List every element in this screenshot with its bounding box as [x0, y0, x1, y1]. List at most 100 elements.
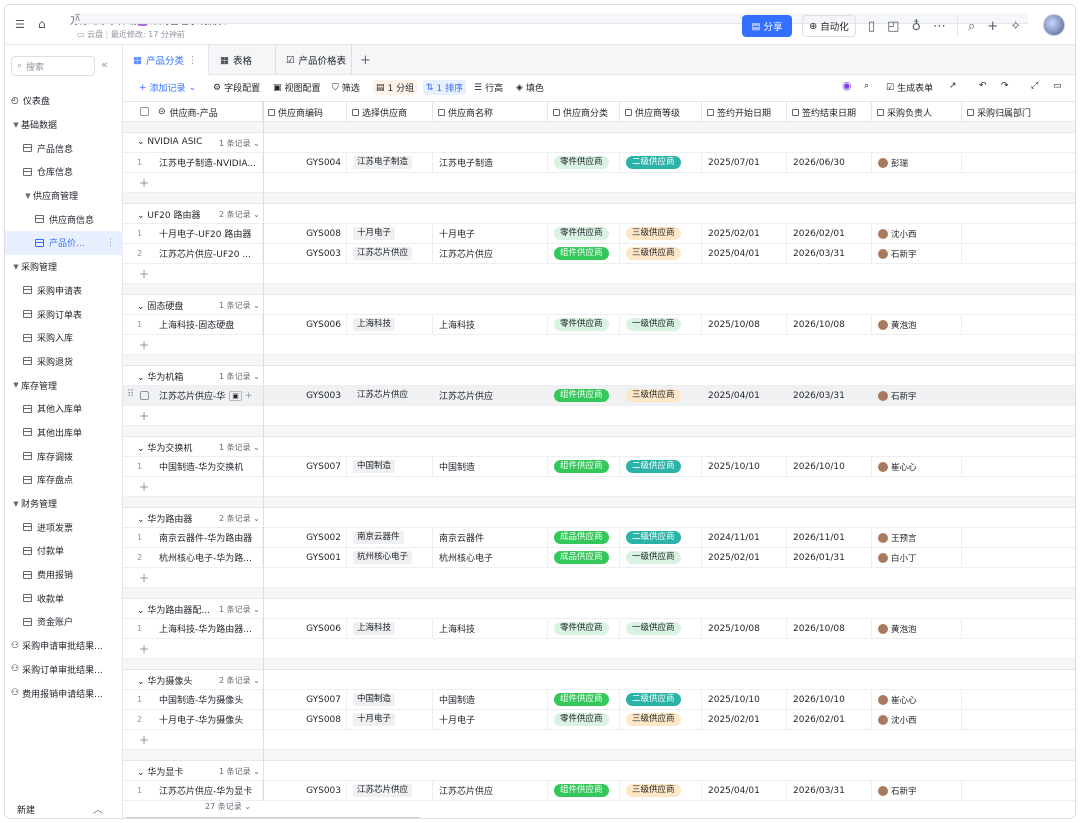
- cell-code[interactable]: GYS003: [263, 781, 347, 800]
- sidebar-item[interactable]: ⚇ 采购订单审批结果...: [5, 658, 123, 682]
- more-icon[interactable]: ⋮: [106, 238, 115, 248]
- tab-product-category[interactable]: ▦ 产品分类 ⋮: [123, 45, 209, 75]
- ai-sparkle-icon[interactable]: ✧: [1010, 19, 1021, 34]
- table-row[interactable]: 2 江苏芯片供应-UF20 ... GYS003 江苏芯片供应 江苏芯片供应 组件供应商三…: [123, 244, 1075, 264]
- sidebar-item[interactable]: 费用报销: [5, 563, 123, 587]
- group-header[interactable]: ⌄ 华为交换机 1 条记录 ⌄: [123, 437, 1075, 457]
- cell-supplier-name[interactable]: 江苏芯片供应: [433, 386, 548, 405]
- cell-code[interactable]: GYS007: [263, 690, 347, 709]
- cell-supplier-name[interactable]: 南京云器件: [433, 528, 548, 547]
- cell-owner[interactable]: 石新宇: [872, 386, 962, 405]
- cell-product[interactable]: 上海科技-固态硬盘: [159, 315, 263, 334]
- cell-start-date[interactable]: 2025/04/01: [702, 781, 787, 800]
- cell-supplier-name[interactable]: 十月电子: [433, 224, 548, 243]
- share-view-icon[interactable]: ↗: [949, 81, 957, 91]
- cell-category[interactable]: 零件供应商: [548, 224, 620, 243]
- cell-department[interactable]: [962, 548, 1075, 567]
- add-record-button[interactable]: + 添加记录 ⌄: [139, 81, 196, 95]
- row-height-button[interactable]: ☰ 行高: [474, 81, 503, 95]
- cell-product[interactable]: 杭州核心电子-华为路...: [159, 548, 263, 567]
- cell-select-supplier[interactable]: 十月电子: [347, 710, 433, 729]
- column-header[interactable]: 签约开始日期: [702, 102, 787, 122]
- table-row[interactable]: 2 杭州核心电子-华为路... GYS001 杭州核心电子 杭州核心电子 成品供应商 一级供…: [123, 548, 1075, 568]
- cell-supplier-name[interactable]: 江苏芯片供应: [433, 244, 548, 263]
- caret-down-icon[interactable]: ▼: [23, 192, 33, 200]
- cell-category[interactable]: 零件供应商: [548, 619, 620, 638]
- automation-button[interactable]: ⊕ 自动化: [802, 15, 856, 37]
- cell-level[interactable]: 二级供应商: [620, 457, 702, 476]
- cell-end-date[interactable]: 2026/03/31: [787, 244, 872, 263]
- table-row[interactable]: 1 江苏芯片供应-华为显卡 GYS003 江苏芯片供应 江苏芯片供应 组件供应商 三级供应商…: [123, 781, 1075, 801]
- cell-department[interactable]: [962, 386, 1075, 405]
- generate-form-button[interactable]: ☑ 生成表单: [886, 81, 933, 95]
- cell-level[interactable]: 三级供应商: [620, 244, 702, 263]
- more-icon[interactable]: ⋯: [933, 19, 946, 34]
- cell-level[interactable]: 二级供应商: [620, 153, 702, 172]
- caret-down-icon[interactable]: ▼: [11, 500, 21, 508]
- cell-end-date[interactable]: 2026/03/31: [787, 386, 872, 405]
- sidebar-item[interactable]: ▼ 基础数据: [5, 113, 123, 137]
- redo-icon[interactable]: ↷: [1001, 81, 1009, 91]
- cell-start-date[interactable]: 2025/07/01: [702, 153, 787, 172]
- add-row-button[interactable]: +: [123, 568, 1075, 588]
- chevron-down-icon[interactable]: ⌄: [137, 606, 145, 616]
- home-icon[interactable]: ⌂: [38, 17, 46, 31]
- group-header[interactable]: ⌄ 华为摄像头 2 条记录 ⌄: [123, 670, 1075, 690]
- undo-icon[interactable]: ↶: [979, 81, 987, 91]
- expand-icon[interactable]: ⤢: [1031, 81, 1038, 91]
- cell-select-supplier[interactable]: 杭州核心电子: [347, 548, 433, 567]
- cell-end-date[interactable]: 2026/01/31: [787, 548, 872, 567]
- cell-select-supplier[interactable]: 上海科技: [347, 315, 433, 334]
- table-row[interactable]: 2 十月电子-华为摄像头 GYS008 十月电子 十月电子 零件供应商 三级供应商 2025/…: [123, 710, 1075, 730]
- cell-category[interactable]: 零件供应商: [548, 710, 620, 729]
- cell-category[interactable]: 组件供应商: [548, 457, 620, 476]
- table-row[interactable]: ⠿ 江苏芯片供应-华 ▣ + GYS003 江苏芯片供应 江苏芯片供应 组件供应商 三级供应商 2…: [123, 386, 1075, 406]
- sidebar-item[interactable]: ⚇ 采购申请审批结果...: [5, 634, 123, 658]
- ai-icon[interactable]: ◉: [842, 79, 852, 92]
- column-header[interactable]: 供应商等级: [620, 102, 702, 122]
- share-button[interactable]: ▤ 分享: [742, 15, 792, 37]
- chevron-down-icon[interactable]: ⌄: [137, 768, 145, 778]
- sidebar-item[interactable]: 资金账户: [5, 610, 123, 634]
- comment-icon[interactable]: ▭: [1053, 81, 1062, 91]
- cell-supplier-name[interactable]: 江苏电子制造: [433, 153, 548, 172]
- chevron-down-icon[interactable]: ⌄: [137, 444, 145, 454]
- cell-owner[interactable]: 黄泡泡: [872, 315, 962, 334]
- group-header[interactable]: ⌄ 华为路由器配... 1 条记录 ⌄: [123, 599, 1075, 619]
- column-header[interactable]: 选择供应商: [347, 102, 433, 122]
- cell-end-date[interactable]: 2026/02/01: [787, 710, 872, 729]
- add-row-button[interactable]: +: [123, 406, 1075, 426]
- chevron-down-icon[interactable]: ⌄: [137, 137, 145, 147]
- cell-product[interactable]: 江苏芯片供应-华为显卡: [159, 781, 263, 800]
- table-row[interactable]: 1 江苏电子制造-NVIDIA... GYS004 江苏电子制造 江苏电子制造 零件供应商…: [123, 153, 1075, 173]
- chevron-down-icon[interactable]: ⌄: [137, 677, 145, 687]
- search-icon[interactable]: ⌕: [864, 81, 869, 91]
- cell-department[interactable]: [962, 710, 1075, 729]
- column-header[interactable]: 供应商名称: [433, 102, 548, 122]
- sidebar-item[interactable]: ▼ 库存管理: [5, 373, 123, 397]
- add-row-button[interactable]: +: [123, 335, 1075, 355]
- cell-owner[interactable]: 黄泡泡: [872, 619, 962, 638]
- sidebar-item[interactable]: 采购订单表: [5, 302, 123, 326]
- cell-supplier-name[interactable]: 江苏芯片供应: [433, 781, 548, 800]
- expand-record-icon[interactable]: ▣: [229, 390, 242, 401]
- sidebar-item[interactable]: ▼ 财务管理: [5, 492, 123, 516]
- cell-select-supplier[interactable]: 中国制造: [347, 457, 433, 476]
- group-header[interactable]: ⌄ 华为机箱 1 条记录 ⌄: [123, 366, 1075, 386]
- group-header[interactable]: ⌄ NVIDIA ASIC 1 条记录 ⌄: [123, 133, 1075, 153]
- sidebar-item[interactable]: ◴ 仪表盘: [5, 89, 123, 113]
- caret-down-icon[interactable]: ▼: [11, 381, 21, 389]
- add-view-button[interactable]: +: [351, 45, 371, 75]
- cell-department[interactable]: [962, 781, 1075, 800]
- cell-select-supplier[interactable]: 中国制造: [347, 690, 433, 709]
- cell-supplier-name[interactable]: 中国制造: [433, 690, 548, 709]
- cell-start-date[interactable]: 2025/10/10: [702, 457, 787, 476]
- cell-select-supplier[interactable]: 十月电子: [347, 224, 433, 243]
- cell-start-date[interactable]: 2025/10/08: [702, 315, 787, 334]
- cell-code[interactable]: GYS002: [263, 528, 347, 547]
- column-header[interactable]: ⊝ 供应商-产品: [153, 102, 263, 122]
- cell-department[interactable]: [962, 619, 1075, 638]
- template-icon[interactable]: ▯: [868, 19, 875, 34]
- cell-level[interactable]: 二级供应商: [620, 528, 702, 547]
- drag-handle-icon[interactable]: ⠿: [127, 389, 134, 400]
